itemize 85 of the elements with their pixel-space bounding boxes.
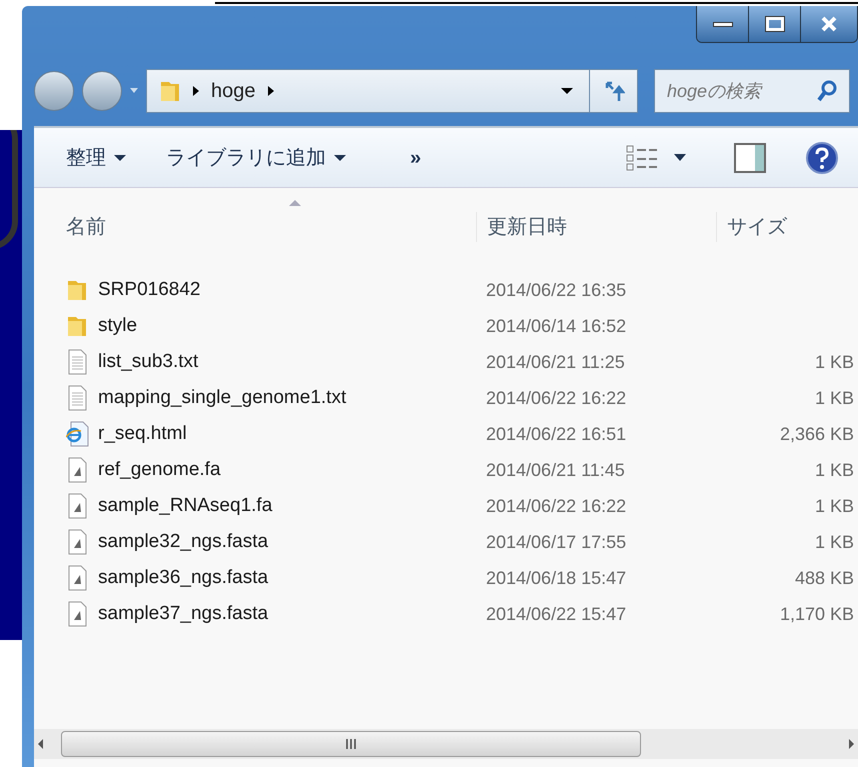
file-name: r_seq.html (98, 422, 188, 446)
file-row[interactable]: sample36_ngs.fasta 2014/06/18 15:47 488 KB (34, 560, 858, 596)
preview-pane-icon (734, 142, 766, 172)
caret-icon (114, 154, 126, 160)
file-size: 488 KB (794, 566, 854, 590)
help-button[interactable] (806, 142, 838, 174)
file-row[interactable]: r_seq.html 2014/06/22 16:51 2,366 KB (34, 416, 858, 452)
file-size: 1 KB (814, 494, 854, 518)
sort-ascending-icon (289, 200, 301, 206)
file-row[interactable]: ref_genome.fa 2014/06/21 11:45 1 KB (34, 452, 858, 488)
caret-icon (334, 154, 346, 160)
file-row[interactable]: mapping_single_genome1.txt 2014/06/22 16:22 1 KB (34, 380, 858, 416)
file-row[interactable]: sample37_ngs.fasta 2014/06/22 15:47 1,170 KB (34, 596, 858, 632)
modified-date: 2014/06/17 17:55 (485, 530, 628, 554)
file-size: 1 KB (814, 350, 854, 374)
caret-icon (130, 88, 138, 94)
file-name: ref_genome.fa (98, 458, 222, 482)
details-view-icon (626, 144, 658, 170)
toolbar-menu-button[interactable]: ライブラリに追加 (166, 142, 346, 172)
modified-date: 2014/06/21 11:25 (485, 350, 626, 374)
file-name: sample32_ngs.fasta (98, 530, 270, 554)
modified-date: 2014/06/22 16:22 (485, 494, 628, 518)
file-name: list_sub3.txt (98, 350, 200, 374)
toolbar-menu-button[interactable]: 整理 (66, 142, 126, 172)
file-name: style (98, 314, 138, 338)
dropdown-caret-icon (561, 88, 573, 94)
scroll-right-icon (849, 739, 854, 749)
folder-icon (66, 314, 88, 338)
file-name: sample36_ngs.fasta (98, 566, 270, 590)
forward-button[interactable] (82, 71, 122, 111)
search-field[interactable]: hogeの検索 (667, 78, 815, 104)
search-box[interactable]: hogeの検索 (654, 69, 850, 113)
column-header[interactable]: サイズ (716, 212, 858, 242)
column-header[interactable]: 更新日時 (476, 212, 716, 242)
search-icon (817, 80, 837, 102)
file-size: 1 KB (814, 530, 854, 554)
file-size: 1 KB (814, 458, 854, 482)
modified-date: 2014/06/21 11:45 (485, 458, 626, 482)
text-file-icon (66, 349, 88, 375)
file-name: sample37_ngs.fasta (98, 602, 270, 626)
horizontal-scrollbar[interactable] (34, 729, 858, 759)
scroll-left-icon (38, 739, 43, 749)
file-size: 1 KB (814, 386, 854, 410)
back-button[interactable] (34, 71, 74, 111)
web-file-icon (66, 421, 90, 447)
file-size: 1,170 KB (780, 602, 854, 626)
document-icon (66, 565, 88, 591)
close-icon (820, 15, 838, 33)
text-file-icon (66, 385, 88, 411)
modified-date: 2014/06/14 16:52 (485, 314, 628, 338)
file-row[interactable]: style 2014/06/14 16:52 (34, 308, 858, 344)
file-row[interactable]: list_sub3.txt 2014/06/21 11:25 1 KB (34, 344, 858, 380)
column-header[interactable]: 名前 (66, 212, 476, 242)
document-icon (66, 601, 88, 627)
modified-date: 2014/06/22 16:35 (485, 278, 628, 302)
modified-date: 2014/06/18 15:47 (485, 566, 628, 590)
scrollbar-thumb[interactable] (61, 731, 641, 757)
minimize-button[interactable] (697, 6, 749, 42)
close-button[interactable] (801, 6, 857, 42)
address-bar[interactable]: hoge (146, 69, 638, 113)
document-icon (66, 529, 88, 555)
grip-icon (345, 739, 357, 749)
view-button[interactable] (626, 144, 686, 170)
folder-icon (66, 278, 88, 302)
breadcrumb[interactable]: hoge (211, 76, 256, 106)
file-row[interactable]: sample_RNAseq1.fa 2014/06/22 16:22 1 KB (34, 488, 858, 524)
help-icon (806, 142, 838, 174)
modified-date: 2014/06/22 16:22 (485, 386, 628, 410)
maximize-button[interactable] (749, 6, 801, 42)
file-name: mapping_single_genome1.txt (98, 386, 348, 410)
breadcrumb-arrow-icon (193, 86, 199, 96)
file-name: sample_RNAseq1.fa (98, 494, 274, 518)
folder-icon (159, 79, 181, 103)
file-name: SRP016842 (98, 278, 202, 302)
document-icon (66, 457, 88, 483)
preview-pane-button[interactable] (734, 142, 766, 172)
file-size: 2,366 KB (780, 422, 854, 446)
more-button[interactable]: » (410, 142, 422, 172)
modified-date: 2014/06/22 16:51 (485, 422, 628, 446)
document-icon (66, 493, 88, 519)
file-row[interactable]: SRP016842 2014/06/22 16:35 (34, 272, 858, 308)
modified-date: 2014/06/22 15:47 (485, 602, 628, 626)
file-row[interactable]: sample32_ngs.fasta 2014/06/17 17:55 1 KB (34, 524, 858, 560)
breadcrumb-arrow-icon (268, 86, 274, 96)
caret-icon (674, 154, 686, 161)
